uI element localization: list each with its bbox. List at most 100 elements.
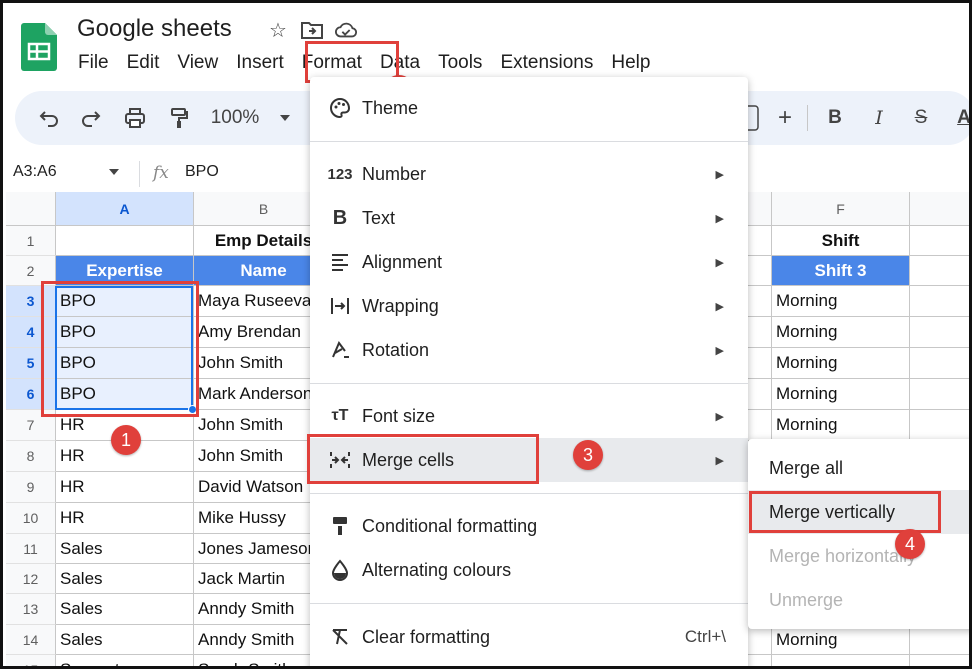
merge-cells-submenu: Merge all Merge vertically Merge horizon… xyxy=(748,439,969,629)
cell-a15[interactable]: Support xyxy=(56,655,194,666)
submenu-merge-all[interactable]: Merge all xyxy=(748,446,969,490)
document-title[interactable]: Google sheets xyxy=(77,15,232,43)
star-icon[interactable]: ☆ xyxy=(267,19,289,42)
menu-item-rotation[interactable]: Rotation ▶ xyxy=(310,328,748,372)
menu-item-theme[interactable]: Theme xyxy=(310,86,748,130)
menu-item-font-size[interactable]: τT Font size ▶ xyxy=(310,394,748,438)
cell-a14[interactable]: Sales xyxy=(56,625,194,655)
formula-input[interactable]: BPO xyxy=(185,163,219,181)
menu-view[interactable]: View xyxy=(168,51,227,75)
title-icons: ☆ xyxy=(267,19,357,42)
cell-f5[interactable]: Morning xyxy=(772,348,910,379)
menu-label-theme: Theme xyxy=(362,97,419,118)
row-header-1[interactable]: 1 xyxy=(6,226,56,256)
cell-f2[interactable]: Shift 3 xyxy=(772,256,910,286)
row-header-8[interactable]: 8 xyxy=(6,441,56,472)
cell-f1[interactable]: Shift xyxy=(772,226,910,256)
cell-a9[interactable]: HR xyxy=(56,472,194,503)
menu-label-text: Text xyxy=(362,207,396,228)
cloud-status-icon[interactable] xyxy=(335,19,357,41)
annotation-box-1 xyxy=(41,281,199,417)
undo-icon[interactable] xyxy=(35,91,63,145)
row-header-13[interactable]: 13 xyxy=(6,594,56,625)
cell-g15[interactable] xyxy=(910,655,969,666)
screenshot-frame: Google sheets ☆ File Edit View Insert Fo… xyxy=(0,0,972,669)
align-left-icon xyxy=(328,250,352,274)
cell-f3[interactable]: Morning xyxy=(772,286,910,317)
strikethrough-icon[interactable]: S xyxy=(909,91,933,145)
menu-item-number[interactable]: 123 Number ▶ xyxy=(310,152,748,196)
cell-g5[interactable] xyxy=(910,348,969,379)
menu-item-wrapping[interactable]: Wrapping ▶ xyxy=(310,284,748,328)
cell-g7[interactable] xyxy=(910,410,969,441)
cell-g6[interactable] xyxy=(910,379,969,410)
cell-g3[interactable] xyxy=(910,286,969,317)
cell-a11[interactable]: Sales xyxy=(56,534,194,564)
zoom-select[interactable]: 100% xyxy=(205,91,265,145)
cell-a13[interactable]: Sales xyxy=(56,594,194,625)
cell-f7[interactable]: Morning xyxy=(772,410,910,441)
menu-help[interactable]: Help xyxy=(602,51,659,75)
cell-f6[interactable]: Morning xyxy=(772,379,910,410)
print-icon[interactable] xyxy=(121,91,149,145)
submenu-unmerge: Unmerge xyxy=(769,589,844,610)
submenu-arrow-icon: ▶ xyxy=(715,344,724,357)
name-box-caret-icon[interactable] xyxy=(109,169,119,175)
menu-label-clear-formatting: Clear formatting xyxy=(362,626,491,647)
menu-extensions[interactable]: Extensions xyxy=(491,51,602,75)
sheets-logo-icon[interactable] xyxy=(21,23,57,71)
bold-text-icon: B xyxy=(332,206,348,229)
shortcut-clear-formatting: Ctrl+\ xyxy=(684,627,726,646)
cell-g1[interactable] xyxy=(910,226,969,256)
text-rotation-icon xyxy=(328,338,352,362)
move-folder-icon[interactable] xyxy=(301,19,323,41)
cell-g4[interactable] xyxy=(910,317,969,348)
cell-a12[interactable]: Sales xyxy=(56,564,194,594)
row-header-9[interactable]: 9 xyxy=(6,472,56,503)
menu-tools[interactable]: Tools xyxy=(429,51,491,75)
cell-a1[interactable] xyxy=(56,226,194,256)
row-header-14[interactable]: 14 xyxy=(6,625,56,655)
column-header-a[interactable]: A xyxy=(56,192,194,226)
paint-format-icon[interactable] xyxy=(165,91,193,145)
menu-label-alternating-colours: Alternating colours xyxy=(362,559,512,580)
palette-icon xyxy=(328,96,352,120)
text-color-icon[interactable]: A xyxy=(953,91,969,145)
menu-file[interactable]: File xyxy=(69,51,118,75)
row-header-10[interactable]: 10 xyxy=(6,503,56,534)
cell-f15[interactable] xyxy=(772,655,910,666)
select-all-corner[interactable] xyxy=(6,192,56,226)
menu-item-alignment[interactable]: Alignment ▶ xyxy=(310,240,748,284)
column-header-f[interactable]: F xyxy=(772,192,910,226)
menu-insert[interactable]: Insert xyxy=(227,51,293,75)
row-header-12[interactable]: 12 xyxy=(6,564,56,594)
zoom-caret-icon[interactable] xyxy=(277,91,293,145)
cell-a10[interactable]: HR xyxy=(56,503,194,534)
column-header-g[interactable] xyxy=(910,192,969,226)
menu-divider xyxy=(310,603,748,604)
cell-g2[interactable] xyxy=(910,256,969,286)
increase-font-size-icon[interactable]: + xyxy=(773,91,797,145)
row-header-15[interactable]: 15 xyxy=(6,655,56,666)
annotation-badge-3: 3 xyxy=(573,440,603,470)
menu-item-clear-formatting[interactable]: Clear formatting Ctrl+\ xyxy=(310,615,748,659)
annotation-badge-4: 4 xyxy=(895,529,925,559)
menu-item-conditional-formatting[interactable]: Conditional formatting xyxy=(310,504,748,548)
cell-f14[interactable]: Morning xyxy=(772,625,910,655)
bold-icon[interactable]: B xyxy=(823,91,847,145)
cell-g14[interactable] xyxy=(910,625,969,655)
cell-f4[interactable]: Morning xyxy=(772,317,910,348)
name-box[interactable]: A3:A6 xyxy=(13,163,57,181)
italic-icon[interactable]: I xyxy=(867,91,891,145)
submenu-arrow-icon: ▶ xyxy=(715,300,724,313)
menu-divider xyxy=(310,383,748,384)
menu-item-alternating-colours[interactable]: Alternating colours xyxy=(310,548,748,592)
menu-edit[interactable]: Edit xyxy=(118,51,169,75)
redo-icon[interactable] xyxy=(77,91,105,145)
menu-label-number: Number xyxy=(362,163,427,184)
menu-label-alignment: Alignment xyxy=(362,251,443,272)
fill-drop-icon xyxy=(328,558,352,582)
row-header-11[interactable]: 11 xyxy=(6,534,56,564)
menu-label-font-size: Font size xyxy=(362,405,436,426)
menu-item-text[interactable]: B Text ▶ xyxy=(310,196,748,240)
